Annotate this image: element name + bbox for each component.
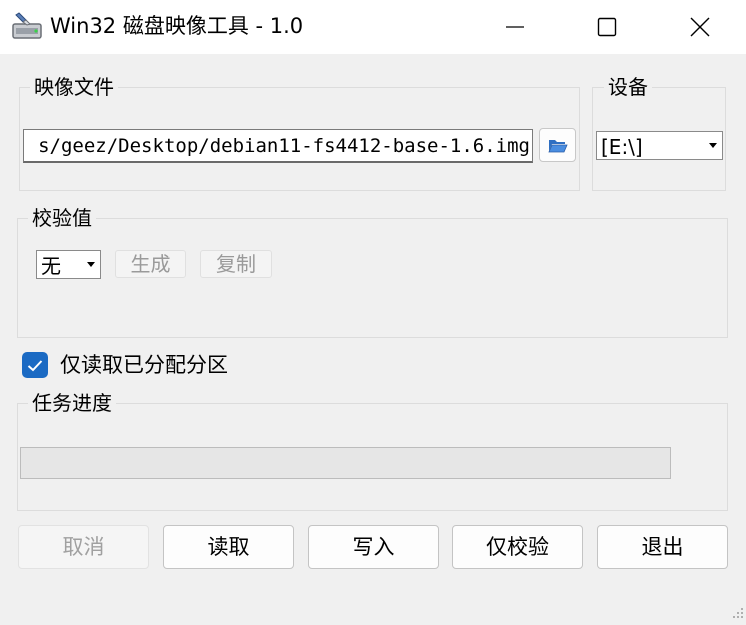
read-only-allocated-checkbox[interactable] [22, 352, 48, 378]
generate-hash-button[interactable]: 生成 [115, 250, 186, 278]
hash-group [17, 218, 728, 338]
maximize-button[interactable] [561, 0, 653, 54]
progress-label: 任务进度 [28, 390, 116, 416]
cancel-button[interactable]: 取消 [18, 525, 149, 569]
image-file-label: 映像文件 [30, 74, 118, 100]
image-path-input[interactable]: s/geez/Desktop/debian11-fs4412-base-1.6.… [23, 129, 533, 163]
device-select[interactable]: [E:\] [596, 131, 723, 160]
folder-open-icon [547, 140, 568, 153]
device-select-value: [E:\] [601, 135, 643, 159]
checkmark-icon [27, 359, 43, 371]
copy-hash-button[interactable]: 复制 [200, 250, 272, 278]
device-label: 设备 [604, 74, 652, 100]
window-title: Win32 磁盘映像工具 - 1.0 [50, 14, 304, 38]
resize-grip-icon[interactable] [732, 604, 744, 623]
dropdown-arrow-icon [709, 132, 717, 159]
write-button[interactable]: 写入 [308, 525, 439, 569]
progress-bar [20, 447, 671, 479]
hash-type-value: 无 [41, 254, 61, 278]
hash-label: 校验值 [28, 205, 96, 231]
minimize-button[interactable] [469, 0, 561, 54]
read-only-allocated-label[interactable]: 仅读取已分配分区 [60, 351, 228, 379]
close-button[interactable] [654, 0, 746, 54]
app-disk-icon [10, 10, 44, 44]
exit-button[interactable]: 退出 [597, 525, 728, 569]
close-icon [690, 17, 710, 37]
browse-button[interactable] [539, 128, 576, 162]
minimize-icon [506, 26, 524, 28]
hash-type-select[interactable]: 无 [36, 250, 101, 279]
read-button[interactable]: 读取 [163, 525, 294, 569]
dropdown-arrow-icon [87, 251, 95, 278]
maximize-icon [597, 17, 617, 37]
title-bar[interactable]: Win32 磁盘映像工具 - 1.0 [0, 0, 746, 54]
verify-only-button[interactable]: 仅校验 [452, 525, 583, 569]
image-path-value: s/geez/Desktop/debian11-fs4412-base-1.6.… [38, 135, 530, 157]
